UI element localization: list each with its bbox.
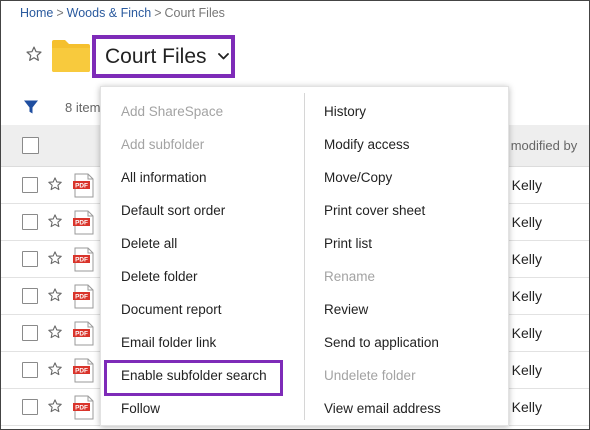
menu-item-add-subfolder: Add subfolder (121, 137, 205, 152)
menu-item-print-list[interactable]: Print list (305, 227, 510, 260)
row-checkbox[interactable] (22, 362, 38, 378)
star-outline-icon[interactable] (47, 361, 63, 377)
menu-column-left: Add ShareSpace Add subfolder All informati… (101, 95, 304, 425)
menu-item-add-sharespace: Add ShareSpace (121, 104, 224, 119)
breadcrumb-separator: > (56, 6, 64, 20)
menu-item-review[interactable]: Review (305, 293, 510, 326)
row-checkbox[interactable] (22, 177, 38, 193)
menu-item-rename: Rename (324, 269, 376, 284)
row-checkbox[interactable] (22, 325, 38, 341)
row-checkbox[interactable] (22, 251, 38, 267)
page-title: Court Files (105, 44, 207, 68)
item-count: 8 items (65, 100, 101, 115)
row-checkbox[interactable] (22, 399, 38, 415)
menu-item-all-information[interactable]: All information (101, 161, 304, 194)
pdf-file-icon: PDF (73, 395, 94, 420)
pdf-label: PDF (75, 257, 88, 264)
pdf-file-icon: PDF (73, 247, 94, 272)
menu-item-print-cover-sheet[interactable]: Print cover sheet (305, 194, 510, 227)
star-outline-icon[interactable] (47, 324, 63, 340)
menu-item-document-report[interactable]: Document report (101, 293, 304, 326)
breadcrumb-separator: > (154, 6, 162, 20)
row-checkbox[interactable] (22, 288, 38, 304)
menu-item-enable-subfolder-search[interactable]: Enable subfolder search (101, 359, 304, 396)
breadcrumb-home[interactable]: Home (20, 6, 53, 20)
folder-actions-menu: Add ShareSpace Add subfolder All informati… (100, 86, 509, 426)
star-outline-icon[interactable] (47, 176, 63, 192)
pdf-file-icon: PDF (73, 321, 94, 346)
folder-title-button[interactable]: Court Files (92, 35, 235, 78)
breadcrumb: Home > Woods & Finch > Court Files (20, 6, 225, 20)
menu-item-email-folder-link[interactable]: Email folder link (101, 326, 304, 359)
pdf-label: PDF (75, 294, 88, 301)
pdf-file-icon: PDF (73, 284, 94, 309)
pdf-label: PDF (75, 331, 88, 338)
star-outline-icon[interactable] (25, 45, 43, 63)
menu-item-delete-folder[interactable]: Delete folder (101, 260, 304, 293)
star-outline-icon[interactable] (47, 287, 63, 303)
menu-item-send-to-application[interactable]: Send to application (305, 326, 510, 359)
filter-icon[interactable] (23, 99, 39, 115)
breadcrumb-current: Court Files (164, 6, 225, 20)
breadcrumb-woods-finch[interactable]: Woods & Finch (67, 6, 152, 20)
menu-item-move-copy[interactable]: Move/Copy (305, 161, 510, 194)
menu-item-history[interactable]: History (305, 95, 510, 128)
menu-item-default-sort-order[interactable]: Default sort order (101, 194, 304, 227)
menu-item-view-email-address[interactable]: View email address (305, 392, 510, 425)
select-all-checkbox[interactable] (22, 137, 39, 154)
menu-item-modify-access[interactable]: Modify access (305, 128, 510, 161)
app-window: Home > Woods & Finch > Court Files Court Fil… (0, 0, 590, 430)
pdf-file-icon: PDF (73, 210, 94, 235)
folder-icon (52, 40, 90, 72)
menu-item-delete-all[interactable]: Delete all (101, 227, 304, 260)
menu-column-right: History Modify access Move/Copy Print cover… (305, 95, 510, 425)
pdf-file-icon: PDF (73, 358, 94, 383)
row-checkbox[interactable] (22, 214, 38, 230)
chevron-down-icon (217, 53, 229, 60)
star-outline-icon[interactable] (47, 213, 63, 229)
pdf-label: PDF (75, 220, 88, 227)
menu-item-follow[interactable]: Follow (101, 392, 304, 425)
pdf-label: PDF (75, 183, 88, 190)
menu-item-undelete-folder: Undelete folder (324, 368, 416, 383)
pdf-label: PDF (75, 368, 88, 375)
pdf-file-icon: PDF (73, 173, 94, 198)
star-outline-icon[interactable] (47, 398, 63, 414)
pdf-label: PDF (75, 405, 88, 412)
star-outline-icon[interactable] (47, 250, 63, 266)
